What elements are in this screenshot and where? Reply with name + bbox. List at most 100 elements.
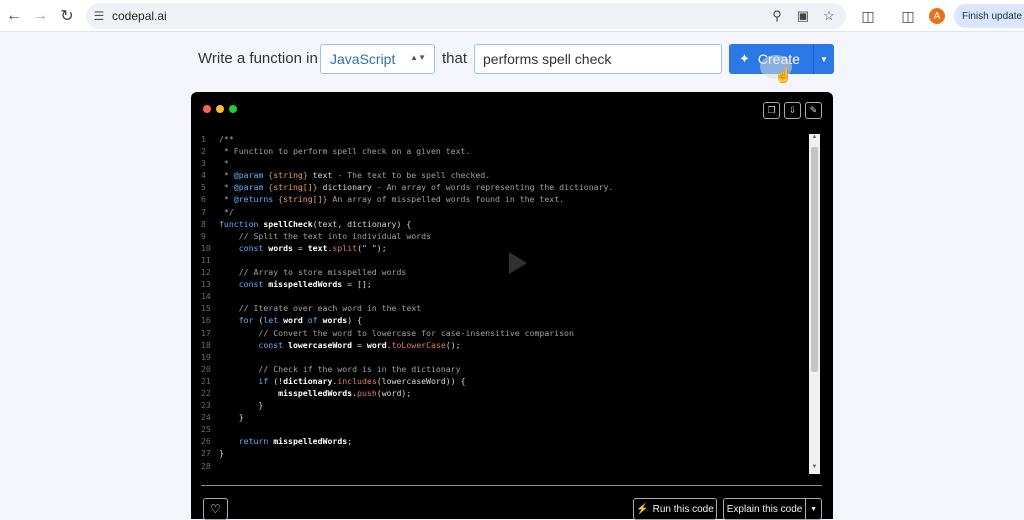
code-text: }: [219, 448, 224, 459]
line-number: 3: [201, 158, 206, 169]
scroll-thumb[interactable]: [811, 147, 818, 372]
reload-icon[interactable]: ↻: [53, 2, 81, 30]
like-button[interactable]: ♡: [203, 498, 228, 520]
code-line: 9 // Split the text into individual word…: [201, 230, 801, 242]
line-number: 2: [201, 146, 206, 157]
code-scrollbar[interactable]: ▲ ▼: [809, 134, 820, 474]
bookmark-star-icon[interactable]: ☆: [820, 8, 838, 24]
scroll-up-icon[interactable]: ▲: [809, 134, 820, 144]
line-number: 28: [201, 460, 211, 471]
line-number: 24: [201, 412, 211, 423]
chevron-down-icon: ▲▼: [410, 53, 426, 62]
line-number: 21: [201, 375, 211, 386]
create-dropdown-button[interactable]: ▼: [813, 44, 834, 74]
code-line: 26 return misspelledWords;: [201, 435, 801, 447]
code-text: const lowercaseWord = word.toLowerCase()…: [219, 339, 461, 350]
code-text: const misspelledWords = [];: [219, 279, 372, 290]
close-dot-icon: [203, 105, 211, 113]
run-label: Run this code: [652, 503, 714, 515]
prompt-prefix: Write a function in: [198, 50, 318, 67]
code-line: 25: [201, 423, 801, 435]
zoom-search-icon[interactable]: ⚲: [768, 8, 786, 24]
code-text: */: [219, 206, 234, 217]
edit-icon[interactable]: ✎: [805, 102, 822, 119]
language-select[interactable]: JavaScript ▲▼: [320, 44, 435, 74]
code-line: 21 if (!dictionary.includes(lowercaseWor…: [201, 375, 801, 387]
code-line: 7 */: [201, 206, 801, 218]
task-input[interactable]: performs spell check: [474, 44, 722, 74]
code-text: * Function to perform spell check on a g…: [219, 146, 471, 157]
code-text: * @param {string[]} dictionary - An arra…: [219, 182, 614, 193]
line-number: 7: [201, 206, 206, 217]
code-text: for (let word of words) {: [219, 315, 362, 326]
line-number: 10: [201, 242, 211, 253]
line-number: 18: [201, 339, 211, 350]
line-number: 8: [201, 218, 206, 229]
copy-icon[interactable]: ❐: [763, 102, 780, 119]
code-line: 19: [201, 351, 801, 363]
code-line: 10 const words = text.split(" ");: [201, 242, 801, 254]
explain-label: Explain this code: [726, 503, 803, 515]
code-text: * @returns {string[]} An array of misspe…: [219, 194, 565, 205]
code-line: 4 * @param {string} text - The text to b…: [201, 169, 801, 181]
extensions-icon[interactable]: ◫: [858, 2, 878, 30]
line-number: 6: [201, 194, 206, 205]
line-number: 17: [201, 327, 211, 338]
code-text: * @param {string} text - The text to be …: [219, 170, 491, 181]
code-block[interactable]: 1/** 2 * Function to perform spell check …: [201, 133, 801, 472]
download-icon[interactable]: ⇩: [784, 102, 801, 119]
play-icon: [509, 252, 527, 274]
code-line: 14: [201, 290, 801, 302]
line-number: 13: [201, 279, 211, 290]
line-number: 5: [201, 182, 206, 193]
line-number: 9: [201, 230, 206, 241]
explain-code-button[interactable]: Explain this code ▼: [723, 498, 822, 520]
finish-update-button[interactable]: Finish update: [954, 4, 1024, 28]
line-number: 19: [201, 351, 211, 362]
line-number: 4: [201, 170, 206, 181]
line-number: 22: [201, 387, 211, 398]
code-line: 8 function spellCheck(text, dictionary) {: [201, 218, 801, 230]
code-line: 11: [201, 254, 801, 266]
code-text: }: [219, 400, 264, 411]
address-bar[interactable]: ☰ codepal.ai ⚲ ▣ ☆: [86, 3, 846, 29]
code-line: 24 }: [201, 411, 801, 423]
avatar[interactable]: A: [929, 8, 945, 24]
run-code-button[interactable]: ⚡ Run this code: [633, 498, 717, 520]
code-text: // Convert the word to lowercase for cas…: [219, 327, 574, 338]
code-text: function spellCheck(text, dictionary) {: [219, 218, 412, 229]
site-info-icon[interactable]: ☰: [86, 3, 112, 29]
maximize-dot-icon: [229, 105, 237, 113]
scroll-down-icon[interactable]: ▼: [809, 464, 820, 474]
code-line: 20 // Check if the word is in the dictio…: [201, 363, 801, 375]
code-tools: ❐ ⇩ ✎: [763, 102, 822, 119]
code-line: 17 // Convert the word to lowercase for …: [201, 327, 801, 339]
forward-arrow-icon[interactable]: →: [26, 2, 54, 30]
code-text: }: [219, 412, 244, 423]
line-number: 15: [201, 303, 211, 314]
code-line: 5 * @param {string[]} dictionary - An ar…: [201, 181, 801, 193]
card-icon[interactable]: ▣: [794, 8, 812, 24]
code-text: if (!dictionary.includes(lowercaseWord))…: [219, 375, 466, 386]
code-text: misspelledWords.push(word);: [278, 387, 412, 398]
code-text: /**: [219, 134, 234, 144]
code-text: // Iterate over each word in the text: [219, 303, 422, 314]
side-panel-icon[interactable]: ◫: [898, 2, 918, 30]
chevron-down-icon[interactable]: ▼: [805, 499, 821, 519]
code-line: 23 }: [201, 399, 801, 411]
bolt-icon: ⚡: [636, 503, 649, 515]
language-value: JavaScript: [330, 51, 396, 67]
code-line: 12 // Array to store misspelled words: [201, 266, 801, 278]
back-arrow-icon[interactable]: ←: [0, 2, 28, 30]
code-line: 22 misspelledWords.push(word);: [201, 387, 801, 399]
sparkle-icon: ✦: [739, 51, 750, 66]
code-text: // Check if the word is in the dictionar…: [219, 363, 461, 374]
code-line: 16 for (let word of words) {: [201, 314, 801, 326]
line-number: 16: [201, 315, 211, 326]
code-line: 3 *: [201, 157, 801, 169]
code-text: *: [219, 158, 229, 169]
heart-icon: ♡: [210, 502, 221, 516]
line-number: 14: [201, 291, 211, 302]
